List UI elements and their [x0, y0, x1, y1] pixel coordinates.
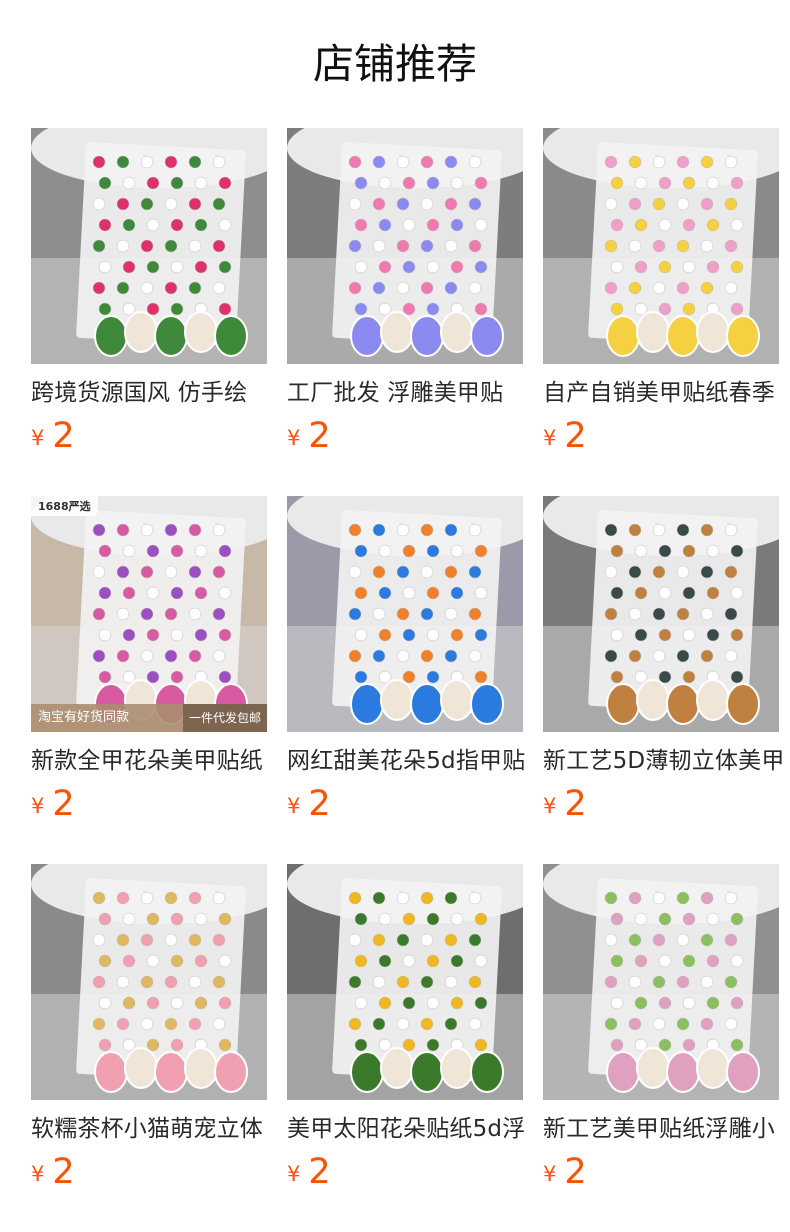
- price-value: 2: [564, 784, 587, 824]
- product-image[interactable]: 1688严选 淘宝有好货同款 一件代发包邮: [31, 496, 267, 732]
- sticker-sheet-illustration: [287, 128, 523, 364]
- price-value: 2: [52, 416, 75, 456]
- price-value: 2: [308, 784, 331, 824]
- product-name[interactable]: 软糯茶杯小猫萌宠立体: [31, 1112, 273, 1146]
- product-card[interactable]: 工厂批发 浮雕美甲贴 ¥2: [287, 128, 523, 473]
- sticker-sheet-illustration: [287, 496, 523, 732]
- sticker-sheet-illustration: [543, 128, 779, 364]
- sticker-sheet-illustration: [543, 864, 779, 1100]
- price-value: 2: [52, 1152, 75, 1192]
- product-card[interactable]: 网红甜美花朵5d指甲贴 ¥2: [287, 496, 525, 841]
- product-price: ¥2: [31, 1150, 75, 1194]
- product-price: ¥2: [543, 782, 587, 826]
- sticker-sheet-illustration: [31, 864, 267, 1100]
- product-image[interactable]: [31, 128, 267, 364]
- sticker-sheet-illustration: [543, 496, 779, 732]
- product-price: ¥2: [287, 1150, 331, 1194]
- product-price: ¥2: [287, 414, 331, 458]
- product-name[interactable]: 自产自销美甲贴纸春季: [543, 376, 785, 410]
- sticker-sheet-illustration: [31, 496, 267, 732]
- product-name[interactable]: 新工艺5D薄韧立体美甲: [543, 744, 785, 778]
- product-card[interactable]: 跨境货源国风 仿手绘 ¥2: [31, 128, 267, 473]
- currency-symbol: ¥: [543, 1162, 557, 1186]
- product-card[interactable]: 1688严选 淘宝有好货同款 一件代发包邮 新款全甲花朵美甲贴纸 ¥2: [31, 496, 267, 841]
- price-value: 2: [308, 416, 331, 456]
- product-card[interactable]: 新工艺美甲贴纸浮雕小 ¥2: [543, 864, 779, 1209]
- currency-symbol: ¥: [287, 426, 301, 450]
- promo-banner-right: 一件代发包邮: [182, 704, 267, 732]
- product-price: ¥2: [543, 414, 587, 458]
- product-name[interactable]: 新工艺美甲贴纸浮雕小: [543, 1112, 785, 1146]
- product-price: ¥2: [31, 782, 75, 826]
- promo-banner-left: 淘宝有好货同款: [38, 710, 130, 725]
- currency-symbol: ¥: [31, 794, 45, 818]
- price-value: 2: [308, 1152, 331, 1192]
- product-name[interactable]: 工厂批发 浮雕美甲贴: [287, 376, 529, 410]
- product-price: ¥2: [287, 782, 331, 826]
- product-image[interactable]: [287, 496, 523, 732]
- product-card[interactable]: 美甲太阳花朵贴纸5d浮 ¥2: [287, 864, 525, 1209]
- product-name[interactable]: 跨境货源国风 仿手绘: [31, 376, 273, 410]
- product-image[interactable]: [543, 496, 779, 732]
- product-card[interactable]: 新工艺5D薄韧立体美甲 ¥2: [543, 496, 784, 841]
- price-value: 2: [52, 784, 75, 824]
- currency-symbol: ¥: [31, 1162, 45, 1186]
- product-card[interactable]: 软糯茶杯小猫萌宠立体 ¥2: [31, 864, 267, 1209]
- currency-symbol: ¥: [287, 1162, 301, 1186]
- product-price: ¥2: [543, 1150, 587, 1194]
- product-image[interactable]: [287, 864, 523, 1100]
- product-image[interactable]: [287, 128, 523, 364]
- product-image[interactable]: [543, 128, 779, 364]
- product-price: ¥2: [31, 414, 75, 458]
- price-value: 2: [564, 1152, 587, 1192]
- currency-symbol: ¥: [31, 426, 45, 450]
- currency-symbol: ¥: [543, 794, 557, 818]
- product-name[interactable]: 网红甜美花朵5d指甲贴: [287, 744, 529, 778]
- sticker-sheet-illustration: [31, 128, 267, 364]
- currency-symbol: ¥: [543, 426, 557, 450]
- yanxuan-badge: 1688严选: [31, 496, 98, 516]
- product-card[interactable]: 自产自销美甲贴纸春季 ¥2: [543, 128, 779, 473]
- page-title: 店铺推荐: [313, 40, 477, 88]
- currency-symbol: ¥: [287, 794, 301, 818]
- price-value: 2: [564, 416, 587, 456]
- promo-banner: 淘宝有好货同款 一件代发包邮: [31, 704, 267, 732]
- product-name[interactable]: 美甲太阳花朵贴纸5d浮: [287, 1112, 529, 1146]
- product-image[interactable]: [543, 864, 779, 1100]
- product-name[interactable]: 新款全甲花朵美甲贴纸: [31, 744, 273, 778]
- sticker-sheet-illustration: [287, 864, 523, 1100]
- product-image[interactable]: [31, 864, 267, 1100]
